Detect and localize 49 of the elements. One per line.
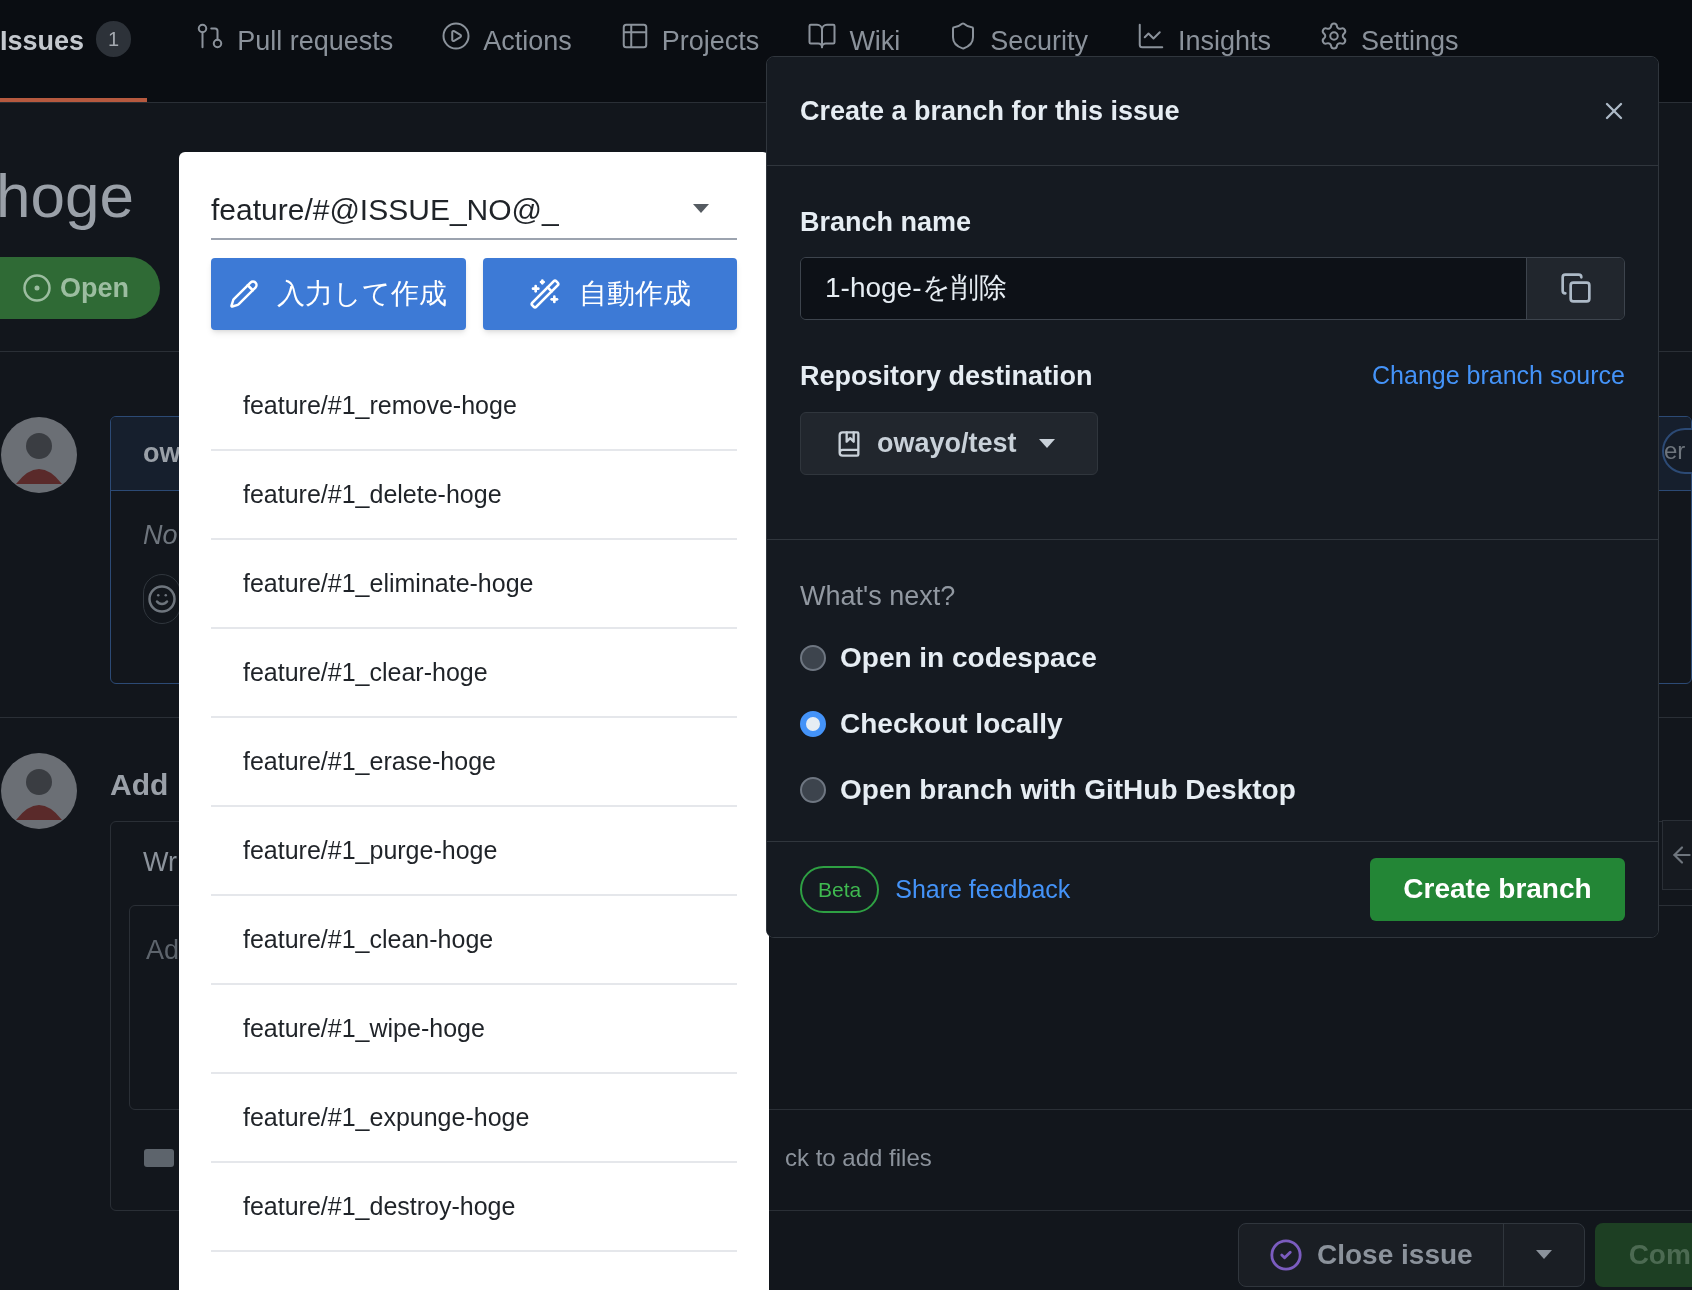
template-select[interactable]: feature/#@ISSUE_NO@_ [211, 180, 737, 240]
smiley-icon [147, 583, 177, 614]
create-branch-button[interactable]: Create branch [1370, 857, 1625, 921]
caret-icon [1535, 1250, 1552, 1260]
repository-label: Repository destination [800, 359, 1093, 393]
whats-next-label: What's next? [800, 580, 957, 613]
suggestion-item[interactable]: feature/#1_clear-hoge [211, 629, 737, 718]
nav-tab[interactable]: Pull requests [195, 0, 394, 102]
generate-button[interactable]: 自動作成 [482, 258, 737, 330]
caret-icon [693, 204, 709, 214]
suggestion-item[interactable]: feature/#1_delete-hoge [211, 451, 737, 540]
nav-tab[interactable]: Settings [1318, 0, 1459, 102]
generate-button[interactable]: 入力して作成 [211, 258, 466, 330]
close-issue-button[interactable]: Close issue [1238, 1223, 1585, 1287]
nav-icon [807, 21, 838, 51]
suggestion-item[interactable]: feature/#1_expunge-hoge [211, 1074, 737, 1163]
suggestion-item[interactable]: feature/#1_remove-hoge [211, 362, 737, 451]
count-badge: 1 [96, 21, 132, 57]
check-circle-icon [1269, 1238, 1303, 1272]
radio-option[interactable]: Open in codespace [800, 636, 1625, 679]
radio-option[interactable]: Open branch with GitHub Desktop [800, 768, 1625, 811]
open-icon [22, 273, 52, 303]
attach-hint: ck to add files [785, 1142, 932, 1173]
radio-option[interactable]: Checkout locally [800, 702, 1625, 745]
nav-tab[interactable]: Issues 1 [0, 0, 148, 102]
radio-button[interactable] [800, 776, 826, 803]
add-comment-heading: Add [110, 767, 169, 803]
nav-icon [441, 21, 472, 51]
status-badge: Open [0, 257, 160, 319]
beta-badge: Beta [800, 865, 880, 913]
suggestion-item[interactable]: feature/#1_clean-hoge [211, 896, 737, 985]
pencil-icon [229, 279, 260, 309]
magic-wand-icon [528, 278, 561, 310]
write-tab[interactable]: Wr [143, 847, 177, 877]
suggestion-item[interactable]: feature/#1_purge-hoge [211, 807, 737, 896]
nav-tab[interactable]: Actions [441, 0, 572, 102]
comment-author: ow [143, 437, 181, 471]
change-source-link[interactable]: Change branch source [1372, 357, 1625, 395]
branch-name-label: Branch name [800, 206, 973, 239]
suggestion-item[interactable]: feature/#1_wipe-hoge [211, 985, 737, 1074]
radio-button[interactable] [800, 644, 826, 671]
suggestion-item[interactable]: feature/#1_destroy-hoge [211, 1163, 737, 1252]
comment-body: No [143, 520, 178, 550]
radio-button[interactable] [800, 710, 826, 737]
suggestion-item[interactable]: feature/#1_eliminate-hoge [211, 540, 737, 629]
suggestion-item[interactable]: feature/#1_erase-hoge [211, 718, 737, 807]
caret-icon [1038, 438, 1055, 449]
repository-select[interactable]: owayo/test [800, 412, 1098, 475]
nav-tab[interactable]: Projects [619, 0, 760, 102]
